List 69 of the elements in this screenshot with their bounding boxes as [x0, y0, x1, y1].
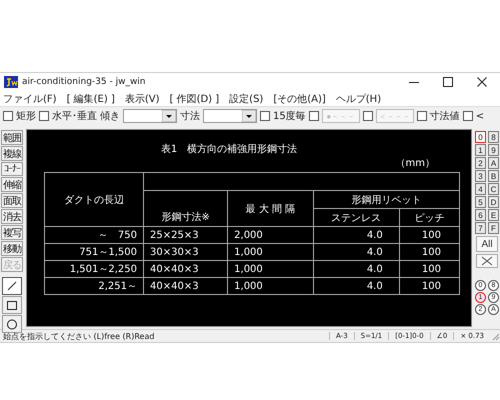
table-cell: 25×25×3 [144, 226, 228, 244]
menu-item[interactable]: [ 編集(E) ] [66, 92, 115, 106]
field-label: 傾き [100, 110, 120, 123]
table-cell: 形鋼寸法※ [144, 190, 228, 226]
layer-button[interactable]: 6 [475, 209, 486, 221]
table-cell: 40×40×3 [144, 260, 228, 278]
menu-item[interactable]: [ 作図(D) ] [170, 92, 220, 106]
table-cell: 1,501～2,250 [44, 260, 144, 278]
status-message: 始点を指示してください (L)free (R)Read [3, 330, 156, 342]
table-cell: ピッチ [399, 208, 460, 226]
tool-button[interactable]: ｺｰﾅｰ [1, 162, 23, 176]
table-cell: 100 [399, 278, 460, 294]
table-cell: 4.0 [313, 244, 400, 260]
table-cell: 1,000 [228, 260, 314, 278]
tool-button[interactable]: 消去 [1, 209, 23, 224]
table-cell: 2,000 [228, 226, 314, 244]
table-cell: 100 [399, 226, 460, 244]
checkbox-label: < [476, 110, 484, 122]
table-cell: 最 大 間 隔 [228, 190, 314, 226]
checkbox-label: 寸法値 [430, 110, 460, 123]
layer-button[interactable]: E [488, 209, 499, 221]
tool-button[interactable]: 移動 [1, 241, 23, 256]
table-cell: 形鋼用リベット [313, 190, 460, 208]
layer-button[interactable]: 5 [475, 196, 486, 208]
tool-button[interactable]: 面取 [1, 193, 23, 208]
layer-button[interactable]: 0 [475, 131, 486, 143]
checkbox-label: 水平･垂直 [52, 110, 97, 123]
layer-button[interactable]: 3 [475, 170, 486, 182]
table-cell: 100 [399, 244, 460, 260]
table-cell: 30×30×3 [144, 244, 228, 260]
layer-button[interactable]: A [488, 157, 499, 169]
tool-button[interactable]: 伸縮 [1, 177, 23, 192]
field-label: 寸法 [180, 110, 200, 123]
layer-button[interactable]: C [488, 183, 499, 195]
table-cell: ダクトの長辺 [44, 172, 144, 226]
menu-item[interactable]: [その他(A)] [273, 92, 326, 106]
layer-button[interactable]: B [488, 170, 499, 182]
table-cell: 4.0 [313, 260, 400, 278]
tool-button[interactable]: 範囲 [1, 130, 23, 145]
layer-button[interactable]: F [488, 222, 499, 234]
tool-button[interactable]: 複線 [1, 146, 23, 161]
table-title: 表1 横方向の補強用形鋼寸法 [160, 142, 298, 156]
menu-item[interactable]: ファイル(F) [3, 92, 57, 106]
table-cell: ステンレス [313, 208, 400, 226]
unit-label: （mm） [396, 157, 435, 170]
table-cell: 4.0 [313, 278, 400, 294]
menu-item[interactable]: ヘルプ(H) [336, 92, 382, 106]
table-cell: ～ 750 [44, 226, 144, 244]
table-cell: 1,000 [228, 244, 314, 260]
layer-button[interactable]: 1 [475, 144, 486, 156]
all-layers-button[interactable]: All [476, 236, 498, 252]
menu-item[interactable]: 設定(S) [229, 92, 264, 106]
menu-item[interactable]: 表示(V) [124, 92, 160, 106]
layer-button[interactable]: D [488, 196, 499, 208]
table-cell: 1,000 [228, 278, 314, 294]
table-cell: 4.0 [313, 226, 400, 244]
table-cell: 2,251～ [44, 278, 144, 294]
tool-button[interactable]: 複写 [1, 225, 23, 240]
layer-button[interactable]: 9 [488, 144, 499, 156]
layer-button[interactable]: 7 [475, 222, 486, 234]
checkbox-label: 15度毎 [273, 110, 306, 123]
table-cell: 100 [399, 260, 460, 278]
checkbox-label: 矩形 [16, 110, 36, 123]
layer-button[interactable]: 4 [475, 183, 486, 195]
window-title: air-conditioning-35 - jw_win [22, 77, 147, 87]
layer-button[interactable]: 2 [475, 157, 486, 169]
layer-button[interactable]: 8 [488, 131, 499, 143]
table-cell: 40×40×3 [144, 278, 228, 294]
table-cell: 751～1,500 [44, 244, 144, 260]
